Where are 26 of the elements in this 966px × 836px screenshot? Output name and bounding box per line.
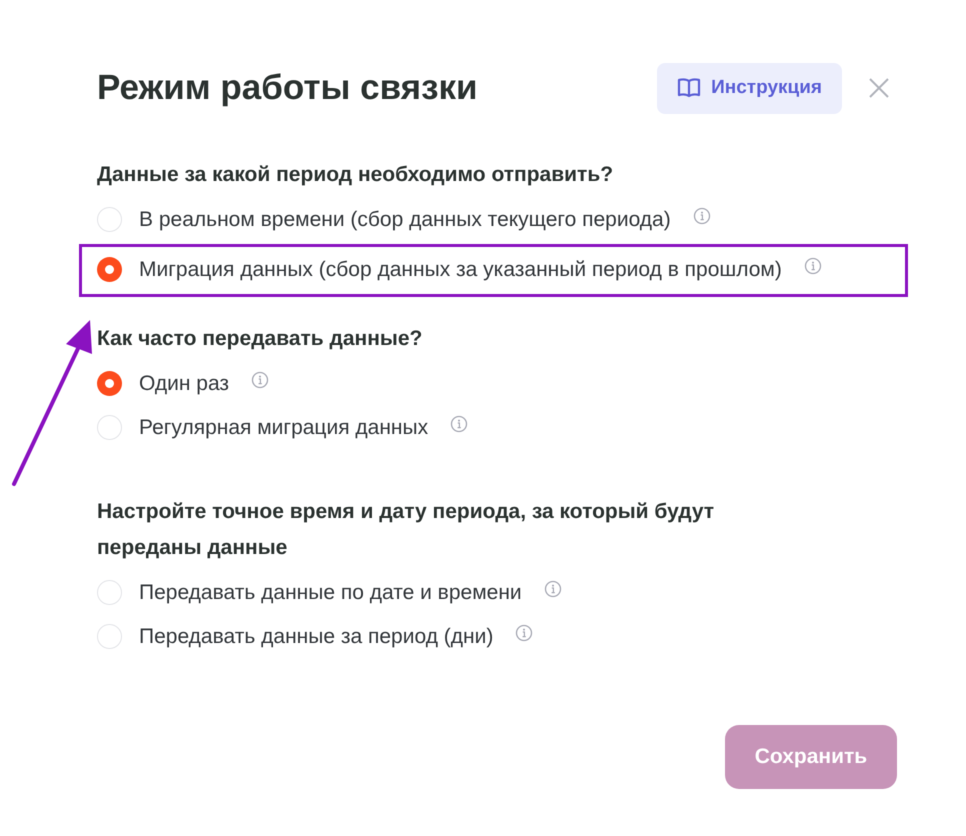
info-icon[interactable]	[692, 206, 711, 224]
book-icon	[677, 77, 702, 100]
option-label: Передавать данные за период (дни)	[139, 624, 494, 650]
option-label: Миграция данных (сбор данных за указанный период в прошлом)	[139, 256, 782, 282]
radio-button[interactable]	[97, 256, 122, 282]
option-label: Передавать данные по дате и времени	[139, 580, 522, 606]
option-label: Один раз	[139, 370, 230, 396]
info-icon[interactable]	[251, 370, 270, 388]
dialog-title: Режим работы связки	[97, 67, 478, 109]
option-label: В реальном времени (сбор данных текущего периода)	[139, 206, 671, 232]
save-button[interactable]: Сохранить	[725, 724, 897, 788]
radio-button[interactable]	[97, 206, 122, 232]
section-heading: Настройте точное время и дату периода, за который будут переданы данные	[97, 498, 716, 560]
info-icon[interactable]	[544, 580, 562, 598]
info-icon[interactable]	[515, 624, 534, 642]
guide-button[interactable]: Инструкция	[657, 62, 842, 114]
radio-button[interactable]	[97, 370, 122, 396]
section-heading: Как часто передавать данные?	[97, 326, 424, 352]
radio-button[interactable]	[97, 624, 122, 648]
info-icon[interactable]	[450, 414, 468, 432]
radio-button[interactable]	[97, 580, 122, 604]
radio-button[interactable]	[97, 414, 122, 440]
option-label: Регулярная миграция данных	[139, 414, 428, 440]
info-icon[interactable]	[804, 256, 822, 274]
section-heading: Данные за какой период необходимо отправить?	[97, 162, 614, 188]
close-icon[interactable]	[868, 77, 890, 100]
